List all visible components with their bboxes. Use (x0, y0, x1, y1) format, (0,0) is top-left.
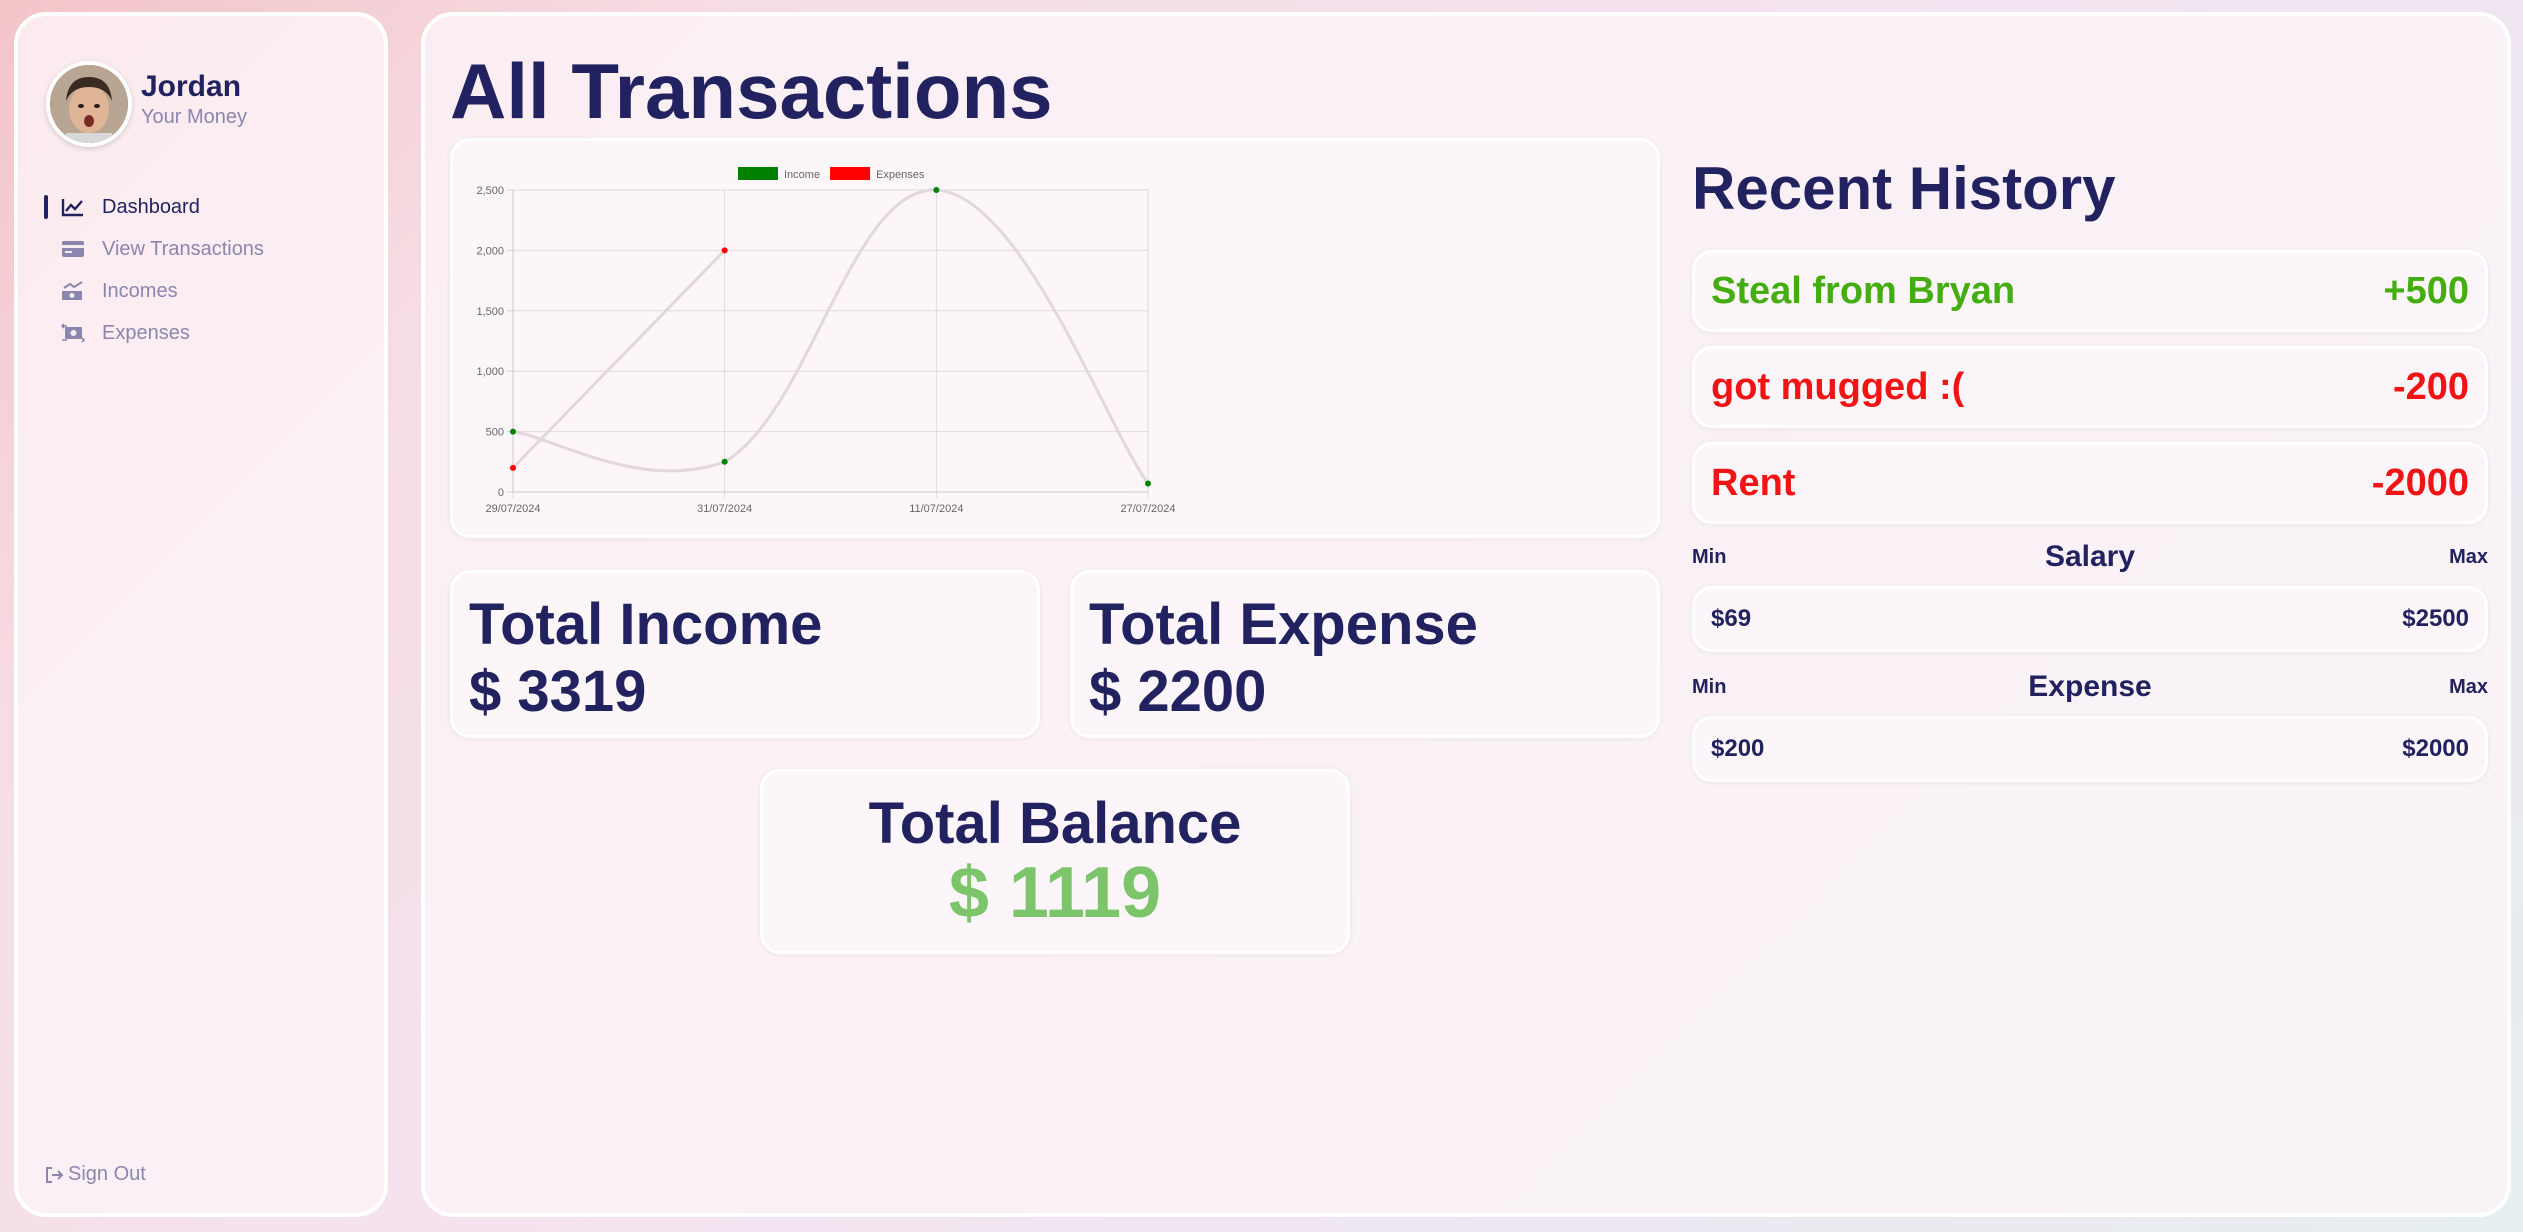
data-point-income (933, 187, 940, 193)
total-expense-value: $ 2200 (1089, 659, 1267, 724)
history-item: Steal from Bryan +500 (1692, 250, 2488, 332)
legend-swatch-income (738, 167, 778, 180)
history-item-amount: -200 (2392, 366, 2469, 408)
total-balance-label: Total Balance (868, 791, 1242, 856)
total-expense-label: Total Expense (1089, 592, 1478, 657)
sidebar-item-dashboard[interactable]: Dashboard (18, 186, 384, 228)
sidebar-item-view-transactions[interactable]: View Transactions (18, 228, 384, 270)
sidebar-item-incomes[interactable]: Incomes (18, 270, 384, 312)
main-panel: All Transactions 0 500 1,000 1,500 2,000 2,50… (421, 12, 2511, 1217)
expense-max-value: $2000 (2402, 735, 2469, 762)
data-point-expenses (721, 247, 728, 254)
history-item-name: Steal from Bryan (1711, 270, 2016, 312)
y-tick-label: 2,500 (476, 185, 504, 197)
active-indicator (44, 195, 48, 219)
legend-label: Income (784, 169, 820, 181)
credit-card-icon (60, 238, 86, 260)
sign-out-icon (46, 1166, 64, 1183)
salary-max-label: Max (2449, 546, 2488, 568)
y-tick-label: 1,500 (476, 306, 504, 318)
total-balance-card: Total Balance $ 1119 (760, 769, 1350, 954)
total-income-label: Total Income (469, 592, 823, 657)
avatar[interactable] (46, 61, 132, 147)
total-income-value: $ 3319 (469, 659, 647, 724)
expense-title: Expense (2028, 670, 2152, 703)
sidebar-nav: Dashboard View Transactions Incomes Expe… (18, 186, 384, 354)
total-balance-value: $ 1119 (948, 853, 1162, 933)
salary-min-value: $69 (1711, 605, 1752, 632)
chart-card: 0 500 1,000 1,500 2,000 2,500 29/07/2024 31/07/… (450, 138, 1660, 538)
salary-max-value: $2500 (2402, 605, 2469, 632)
y-tick-label: 2,000 (476, 245, 504, 257)
salary-range-box: $69 $2500 (1692, 586, 2488, 652)
transactions-chart: 0 500 1,000 1,500 2,000 2,500 29/07/2024 31/07/… (476, 167, 1176, 515)
series-line-income (512, 188, 1150, 485)
sign-out-label: Sign Out (68, 1163, 146, 1185)
history-item-name: got mugged :( (1711, 366, 1965, 408)
expense-range-header: Min Expense Max (1692, 668, 2488, 708)
sidebar: Jordan Your Money Dashboard View Transac… (14, 12, 388, 1217)
x-tick-label: 31/07/2024 (697, 503, 752, 515)
data-point-expenses (510, 464, 516, 471)
sidebar-item-label: View Transactions (102, 237, 264, 260)
sidebar-item-label: Dashboard (102, 195, 200, 218)
history-item: Rent -2000 (1692, 442, 2488, 524)
x-tick-label: 27/07/2024 (1120, 503, 1175, 515)
data-point-income (721, 458, 728, 465)
expense-min-value: $200 (1711, 735, 1765, 762)
y-tick-label: 500 (486, 427, 504, 439)
user-name: Jordan (141, 70, 242, 103)
x-tick-label: 11/07/2024 (909, 503, 963, 515)
recent-history-title: Recent History (1692, 155, 2116, 222)
x-tick-label: 29/07/2024 (485, 503, 540, 515)
history-item: got mugged :( -200 (1692, 346, 2488, 428)
salary-title: Salary (2044, 540, 2136, 573)
page-title: All Transactions (450, 47, 1053, 135)
history-item-name: Rent (1711, 462, 1796, 504)
legend-swatch-expenses (830, 167, 871, 180)
expense-max-label: Max (2449, 676, 2488, 698)
sidebar-item-expenses[interactable]: Expenses (18, 312, 384, 354)
data-point-income (1145, 480, 1151, 487)
user-subtitle: Your Money (141, 106, 247, 128)
y-tick-label: 0 (498, 487, 504, 499)
sidebar-item-label: Expenses (102, 321, 190, 344)
line-chart-icon (60, 196, 86, 218)
money-exchange-icon (60, 322, 86, 344)
sign-out-button[interactable]: Sign Out (44, 1163, 146, 1186)
series-line-expenses (511, 249, 726, 469)
history-item-amount: -2000 (2371, 462, 2469, 504)
money-trend-icon (60, 280, 86, 302)
history-item-amount: +500 (2383, 270, 2469, 312)
expense-range-box: $200 $2000 (1692, 716, 2488, 782)
sidebar-item-label: Incomes (102, 279, 178, 302)
y-tick-label: 1,000 (476, 366, 504, 378)
salary-range-header: Min Salary Max (1692, 538, 2488, 578)
total-income-card: Total Income $ 3319 (450, 570, 1040, 738)
legend-label: Expenses (876, 169, 925, 181)
total-expense-card: Total Expense $ 2200 (1070, 570, 1660, 738)
data-point-income (510, 428, 516, 435)
